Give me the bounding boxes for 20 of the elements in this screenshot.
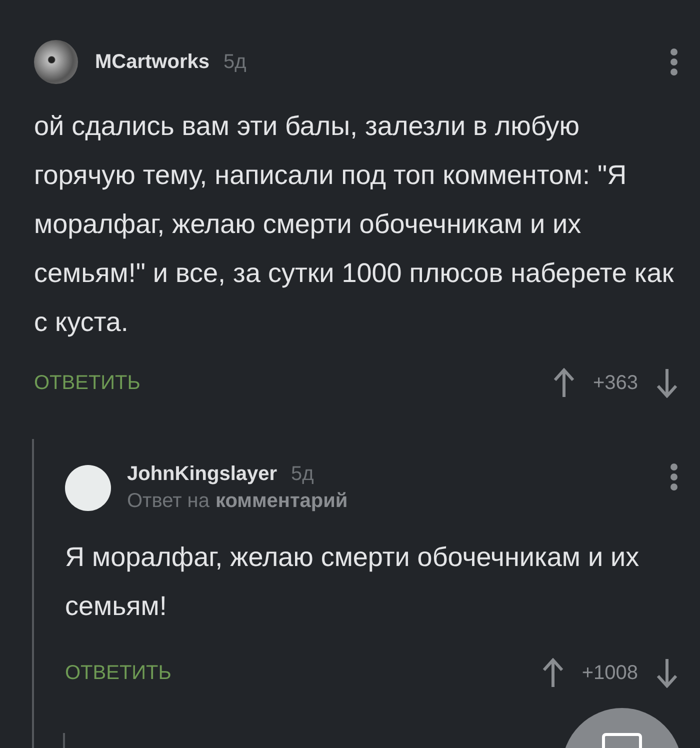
comment-text: ой сдались вам эти балы, залезли в любую горячую тему, написали под топ комментом: "Я моралфаг, желаю смерти обочечникам и их семьям!" и все, за сутки 1000 плюсов наберете как с куста.	[34, 110, 675, 339]
reply-button[interactable]: ОТВЕТИТЬ	[65, 662, 172, 684]
upvote-icon[interactable]	[542, 658, 564, 688]
score: +363	[592, 372, 638, 394]
downvote-icon[interactable]	[656, 658, 678, 688]
reply-to-link[interactable]: комментарий	[215, 490, 348, 513]
reply-button[interactable]: ОТВЕТИТЬ	[34, 372, 140, 394]
comment-age: 5д	[291, 463, 314, 486]
avatar-icon[interactable]	[65, 465, 111, 511]
author-name[interactable]: MCartworks	[95, 50, 210, 74]
score: +1008	[582, 662, 638, 684]
author-name[interactable]: JohnKingslayer	[127, 463, 278, 486]
more-options-icon[interactable]	[670, 463, 678, 491]
upvote-icon[interactable]	[552, 368, 575, 398]
downvote-icon[interactable]	[656, 368, 678, 398]
avatar-icon[interactable]	[34, 40, 78, 84]
reply-to-label: Ответ на	[127, 490, 210, 513]
comment-text: Я моралфаг, желаю смерти обочечникам и их семьям!	[65, 541, 640, 623]
comment-age: 5д	[223, 50, 246, 74]
more-options-icon[interactable]	[670, 48, 678, 76]
